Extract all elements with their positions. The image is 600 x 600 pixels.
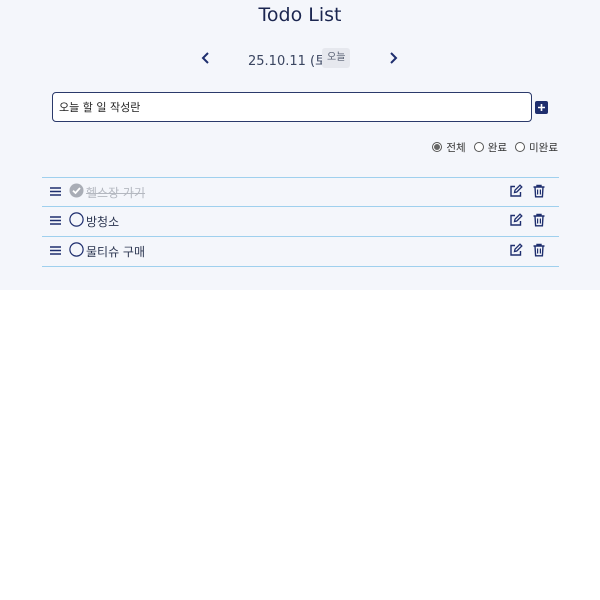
drag-handle-icon[interactable] [50,186,61,197]
filter-undone-label: 미완료 [529,141,558,154]
check-circle-filled-icon[interactable] [69,183,84,198]
prev-date-button[interactable] [196,48,216,68]
page-title: Todo List [258,4,342,26]
todo-input[interactable] [52,92,532,122]
date-navigator: 25.10.11 (토) 오늘 [0,46,600,70]
plus-icon [538,104,545,111]
current-date: 25.10.11 (토) [248,54,333,69]
filter-done[interactable]: 완료 [473,140,508,155]
filter-done-label: 완료 [487,141,508,154]
filter-all[interactable]: 전체 [432,140,466,155]
filter-undone[interactable]: 미완료 [515,140,558,155]
todo-item: 방청소 [42,207,559,237]
trash-icon[interactable] [532,213,546,227]
drag-handle-icon[interactable] [50,215,61,226]
radio-undone[interactable] [515,142,526,152]
chevron-left-icon [201,52,209,64]
todo-text: 방청소 [86,215,120,229]
drag-handle-icon[interactable] [50,245,61,256]
add-todo-button[interactable] [535,101,548,114]
chevron-right-icon [390,52,398,64]
filter-all-label: 전체 [446,141,466,154]
edit-icon[interactable] [509,213,523,227]
edit-icon[interactable] [509,243,523,257]
todo-text: 물티슈 구매 [86,245,146,259]
todo-app: Todo List 25.10.11 (토) 오늘 전체 완료 [0,0,600,290]
filter-group: 전체 완료 미완료 [432,139,558,155]
radio-all[interactable] [432,142,443,152]
circle-outline-icon[interactable] [69,212,84,227]
trash-icon[interactable] [532,184,546,198]
todo-item: 헬스장 가기 [42,178,559,207]
radio-done[interactable] [473,142,484,152]
todo-text: 헬스장 가기 [86,186,146,200]
next-date-button[interactable] [383,48,403,68]
todo-item: 물티슈 구매 [42,237,559,267]
today-button[interactable]: 오늘 [322,48,351,68]
todo-list: 헬스장 가기 방청소 물티슈 구매 [42,177,559,267]
edit-icon[interactable] [509,184,523,198]
circle-outline-icon[interactable] [69,242,84,257]
trash-icon[interactable] [532,243,546,257]
